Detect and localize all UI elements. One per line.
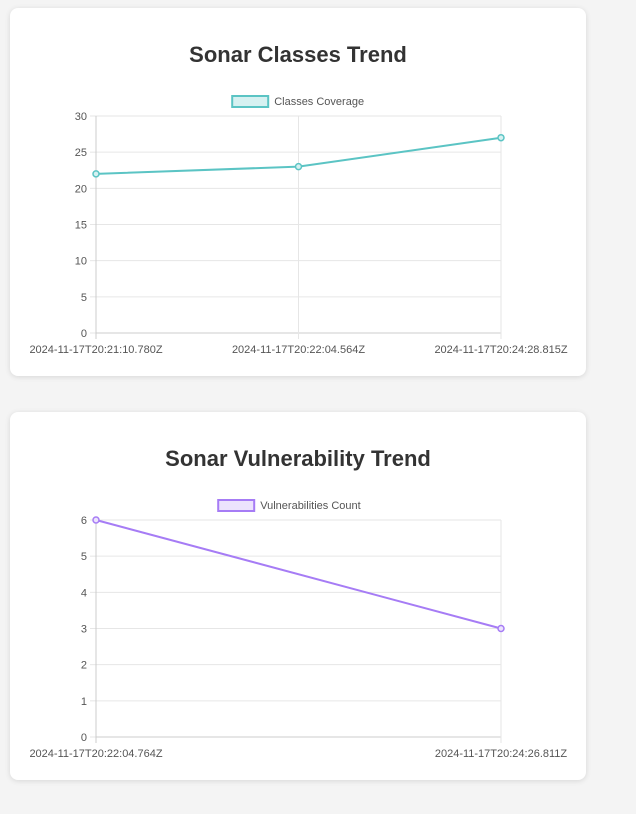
y-tick-label: 6 — [81, 515, 87, 527]
data-point — [294, 162, 303, 171]
y-tick-label: 4 — [81, 587, 87, 599]
x-tick-label: 2024-11-17T20:24:26.811Z — [435, 748, 568, 760]
x-tick-label: 2024-11-17T20:24:28.815Z — [434, 344, 567, 356]
vulnerability-trend-card: Sonar Vulnerability Trend Vulnerabilitie… — [10, 412, 586, 780]
data-point — [497, 133, 505, 142]
y-tick-label: 25 — [75, 147, 87, 159]
classes-trend-card: Sonar Classes Trend Classes Coverage 0 5 10… — [10, 8, 586, 376]
legend: Vulnerabilities Count — [217, 499, 361, 512]
y-tick-label: 3 — [81, 624, 87, 636]
y-axis: 0 5 10 15 20 25 30 — [75, 111, 501, 340]
x-tick-label: 2024-11-17T20:21:10.780Z — [29, 344, 162, 356]
series-line — [95, 519, 502, 630]
classes-trend-chart: Classes Coverage 0 5 10 15 20 25 30 2024-11-17T2… — [29, 95, 568, 356]
data-point — [497, 624, 505, 633]
data-point — [92, 170, 100, 178]
y-tick-label: 10 — [75, 256, 87, 268]
y-tick-label: 0 — [81, 732, 87, 744]
data-point — [92, 516, 100, 524]
legend-label: Vulnerabilities Count — [260, 500, 360, 512]
legend-label: Classes Coverage — [274, 96, 364, 108]
y-axis: 0 1 2 3 4 5 6 — [81, 515, 501, 744]
y-tick-label: 5 — [81, 292, 87, 304]
legend-swatch — [231, 95, 270, 108]
y-tick-label: 30 — [75, 111, 87, 123]
y-tick-label: 15 — [75, 220, 87, 232]
y-tick-label: 5 — [81, 551, 87, 563]
series — [92, 516, 505, 633]
legend-swatch — [217, 499, 256, 512]
vulnerability-trend-chart: Vulnerabilities Count 0 1 2 3 4 5 6 2024-11-17T2… — [29, 499, 568, 760]
y-tick-label: 1 — [81, 696, 87, 708]
legend: Classes Coverage — [231, 95, 364, 108]
x-tick-label: 2024-11-17T20:22:04.564Z — [232, 344, 365, 356]
y-tick-label: 20 — [75, 183, 87, 195]
y-tick-label: 0 — [81, 328, 87, 340]
x-tick-label: 2024-11-17T20:22:04.764Z — [29, 748, 162, 760]
y-tick-label: 2 — [81, 660, 87, 672]
